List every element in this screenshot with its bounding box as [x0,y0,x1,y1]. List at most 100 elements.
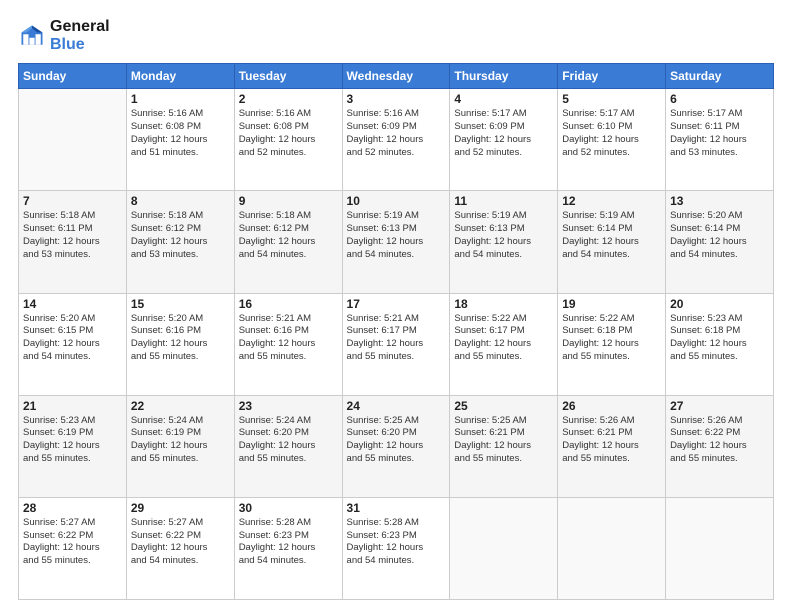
day-info: Sunrise: 5:28 AM Sunset: 6:23 PM Dayligh… [239,517,338,568]
calendar-cell: 6 Sunrise: 5:17 AM Sunset: 6:11 PM Daylig… [666,89,774,191]
calendar-week-row: 21 Sunrise: 5:23 AM Sunset: 6:19 PM Dayli… [19,395,774,497]
calendar-cell [666,497,774,599]
calendar-cell: 1 Sunrise: 5:16 AM Sunset: 6:08 PM Daylig… [126,89,234,191]
calendar-cell: 24 Sunrise: 5:25 AM Sunset: 6:20 PM Dayli… [342,395,450,497]
header: General Blue [18,18,774,53]
calendar-cell: 16 Sunrise: 5:21 AM Sunset: 6:16 PM Dayli… [234,293,342,395]
calendar-cell: 26Sunrise: 5:26 AM Sunset: 6:21 PM Dayli… [558,395,666,497]
calendar-cell: 31 Sunrise: 5:28 AM Sunset: 6:23 PM Dayli… [342,497,450,599]
day-number: 6 [670,92,769,106]
calendar-cell: 9 Sunrise: 5:18 AM Sunset: 6:12 PM Daylig… [234,191,342,293]
day-info: Sunrise: 5:19 AM Sunset: 6:14 PM Dayligh… [562,210,661,261]
day-info: Sunrise: 5:25 AM Sunset: 6:20 PM Dayligh… [347,415,446,466]
day-info: Sunrise: 5:21 AM Sunset: 6:16 PM Dayligh… [239,313,338,364]
day-number: 30 [239,501,338,515]
calendar-cell: 19 Sunrise: 5:22 AM Sunset: 6:18 PM Dayli… [558,293,666,395]
calendar-cell: 12 Sunrise: 5:19 AM Sunset: 6:14 PM Dayli… [558,191,666,293]
calendar-cell: 15Sunrise: 5:20 AM Sunset: 6:16 PM Dayli… [126,293,234,395]
calendar-cell: 4 Sunrise: 5:17 AM Sunset: 6:09 PM Daylig… [450,89,558,191]
day-info: Sunrise: 5:23 AM Sunset: 6:19 PM Dayligh… [23,415,122,466]
day-number: 8 [131,194,230,208]
day-info: Sunrise: 5:27 AM Sunset: 6:22 PM Dayligh… [23,517,122,568]
weekday-header: Wednesday [342,64,450,89]
calendar-cell [450,497,558,599]
calendar-cell [19,89,127,191]
day-number: 3 [347,92,446,106]
day-info: Sunrise: 5:19 AM Sunset: 6:13 PM Dayligh… [347,210,446,261]
day-info: Sunrise: 5:24 AM Sunset: 6:20 PM Dayligh… [239,415,338,466]
calendar-cell: 7 Sunrise: 5:18 AM Sunset: 6:11 PM Daylig… [19,191,127,293]
weekday-header: Tuesday [234,64,342,89]
day-info: Sunrise: 5:26 AM Sunset: 6:22 PM Dayligh… [670,415,769,466]
calendar-cell: 22Sunrise: 5:24 AM Sunset: 6:19 PM Dayli… [126,395,234,497]
day-number: 31 [347,501,446,515]
day-info: Sunrise: 5:18 AM Sunset: 6:11 PM Dayligh… [23,210,122,261]
calendar-cell: 5 Sunrise: 5:17 AM Sunset: 6:10 PM Daylig… [558,89,666,191]
day-info: Sunrise: 5:28 AM Sunset: 6:23 PM Dayligh… [347,517,446,568]
day-number: 26 [562,399,661,413]
calendar-cell: 27 Sunrise: 5:26 AM Sunset: 6:22 PM Dayli… [666,395,774,497]
day-number: 15 [131,297,230,311]
calendar-week-row: 7 Sunrise: 5:18 AM Sunset: 6:11 PM Daylig… [19,191,774,293]
day-number: 9 [239,194,338,208]
day-info: Sunrise: 5:17 AM Sunset: 6:09 PM Dayligh… [454,108,553,159]
day-info: Sunrise: 5:16 AM Sunset: 6:09 PM Dayligh… [347,108,446,159]
calendar-cell: 28Sunrise: 5:27 AM Sunset: 6:22 PM Dayli… [19,497,127,599]
calendar-table: SundayMondayTuesdayWednesdayThursdayFrid… [18,63,774,600]
day-number: 2 [239,92,338,106]
calendar-week-row: 1 Sunrise: 5:16 AM Sunset: 6:08 PM Daylig… [19,89,774,191]
calendar-cell: 18Sunrise: 5:22 AM Sunset: 6:17 PM Dayli… [450,293,558,395]
calendar-cell: 8 Sunrise: 5:18 AM Sunset: 6:12 PM Daylig… [126,191,234,293]
day-number: 16 [239,297,338,311]
calendar-cell: 14 Sunrise: 5:20 AM Sunset: 6:15 PM Dayli… [19,293,127,395]
day-info: Sunrise: 5:18 AM Sunset: 6:12 PM Dayligh… [131,210,230,261]
weekday-header-row: SundayMondayTuesdayWednesdayThursdayFrid… [19,64,774,89]
day-info: Sunrise: 5:27 AM Sunset: 6:22 PM Dayligh… [131,517,230,568]
calendar-cell: 29Sunrise: 5:27 AM Sunset: 6:22 PM Dayli… [126,497,234,599]
day-info: Sunrise: 5:19 AM Sunset: 6:13 PM Dayligh… [454,210,553,261]
day-number: 7 [23,194,122,208]
day-number: 27 [670,399,769,413]
day-info: Sunrise: 5:20 AM Sunset: 6:14 PM Dayligh… [670,210,769,261]
weekday-header: Thursday [450,64,558,89]
day-info: Sunrise: 5:21 AM Sunset: 6:17 PM Dayligh… [347,313,446,364]
day-number: 12 [562,194,661,208]
calendar-cell: 11Sunrise: 5:19 AM Sunset: 6:13 PM Dayli… [450,191,558,293]
day-info: Sunrise: 5:16 AM Sunset: 6:08 PM Dayligh… [131,108,230,159]
calendar-cell: 17 Sunrise: 5:21 AM Sunset: 6:17 PM Dayli… [342,293,450,395]
day-number: 1 [131,92,230,106]
calendar-cell: 23 Sunrise: 5:24 AM Sunset: 6:20 PM Dayli… [234,395,342,497]
day-info: Sunrise: 5:17 AM Sunset: 6:11 PM Dayligh… [670,108,769,159]
weekday-header: Friday [558,64,666,89]
calendar-cell: 21 Sunrise: 5:23 AM Sunset: 6:19 PM Dayli… [19,395,127,497]
day-number: 5 [562,92,661,106]
day-number: 25 [454,399,553,413]
day-number: 10 [347,194,446,208]
calendar-week-row: 28Sunrise: 5:27 AM Sunset: 6:22 PM Dayli… [19,497,774,599]
day-info: Sunrise: 5:20 AM Sunset: 6:15 PM Dayligh… [23,313,122,364]
calendar-cell: 20Sunrise: 5:23 AM Sunset: 6:18 PM Dayli… [666,293,774,395]
day-number: 14 [23,297,122,311]
logo: General Blue [18,18,110,53]
day-number: 23 [239,399,338,413]
day-number: 17 [347,297,446,311]
day-info: Sunrise: 5:22 AM Sunset: 6:18 PM Dayligh… [562,313,661,364]
logo-text: General Blue [50,18,110,53]
day-number: 21 [23,399,122,413]
day-info: Sunrise: 5:23 AM Sunset: 6:18 PM Dayligh… [670,313,769,364]
calendar-cell [558,497,666,599]
day-number: 18 [454,297,553,311]
day-info: Sunrise: 5:17 AM Sunset: 6:10 PM Dayligh… [562,108,661,159]
calendar-cell: 10 Sunrise: 5:19 AM Sunset: 6:13 PM Dayli… [342,191,450,293]
day-number: 24 [347,399,446,413]
day-info: Sunrise: 5:18 AM Sunset: 6:12 PM Dayligh… [239,210,338,261]
day-number: 13 [670,194,769,208]
logo-icon [18,22,46,50]
calendar-cell: 30 Sunrise: 5:28 AM Sunset: 6:23 PM Dayli… [234,497,342,599]
day-info: Sunrise: 5:25 AM Sunset: 6:21 PM Dayligh… [454,415,553,466]
calendar-week-row: 14 Sunrise: 5:20 AM Sunset: 6:15 PM Dayli… [19,293,774,395]
day-number: 22 [131,399,230,413]
day-number: 19 [562,297,661,311]
day-number: 4 [454,92,553,106]
day-info: Sunrise: 5:16 AM Sunset: 6:08 PM Dayligh… [239,108,338,159]
